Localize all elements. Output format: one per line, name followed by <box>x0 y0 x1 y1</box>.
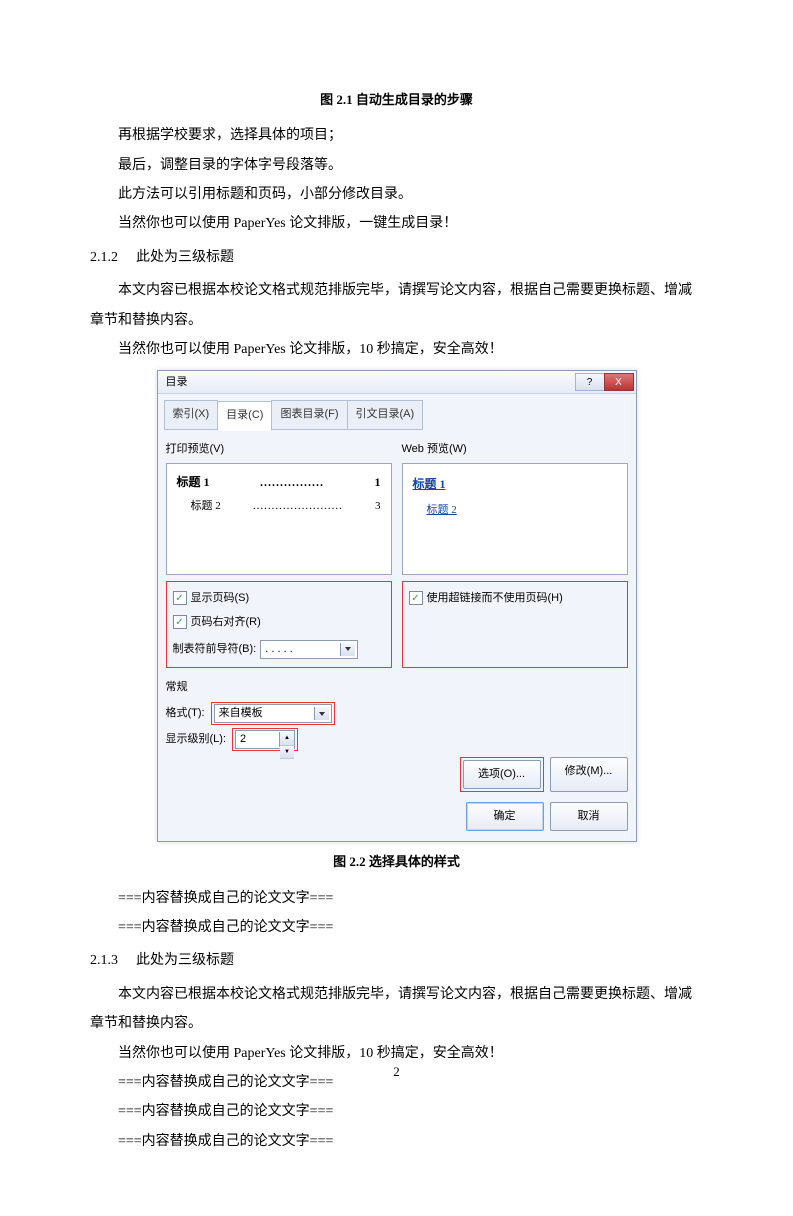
body-text: 本文内容已根据本校论文格式规范排版完毕，请撰写论文内容，根据自己需要更换标题、增… <box>90 980 703 1039</box>
checkbox-right-align[interactable]: ✓ <box>173 615 187 629</box>
checkbox-show-page[interactable]: ✓ <box>173 591 187 605</box>
print-preview-label: 打印预览(V) <box>166 438 392 461</box>
figure-caption-2-1: 图 2.1 自动生成目录的步骤 <box>90 86 703 113</box>
placeholder-text: ===内容替换成自己的论文文字=== <box>90 913 703 942</box>
body-text: 最后，调整目录的字体字号段落等。 <box>90 151 703 180</box>
close-button[interactable]: X <box>604 373 634 391</box>
cancel-button[interactable]: 取消 <box>550 802 628 831</box>
web-preview-label: Web 预览(W) <box>402 438 628 461</box>
dialog-title: 目录 <box>166 371 188 394</box>
spinner-up-icon[interactable]: ▲ <box>280 732 294 746</box>
body-text: 此方法可以引用标题和页码，小部分修改目录。 <box>90 180 703 209</box>
toc-dialog-figure: 目录 ? X 索引(X) 目录(C) 图表目录(F) 引文目录(A) 打印预览(… <box>157 370 637 842</box>
web-preview-box: 标题 1 标题 2 <box>402 463 628 575</box>
heading-2-1-3: 2.1.3此处为三级标题 <box>90 946 703 975</box>
placeholder-text: ===内容替换成自己的论文文字=== <box>90 884 703 913</box>
figure-caption-2-2: 图 2.2 选择具体的样式 <box>90 848 703 875</box>
page-number: 2 <box>0 1064 793 1080</box>
options-button[interactable]: 选项(O)... <box>463 760 541 789</box>
format-label: 格式(T): <box>166 702 205 725</box>
ok-button[interactable]: 确定 <box>466 802 544 831</box>
tab-citations[interactable]: 引文目录(A) <box>347 400 424 429</box>
chevron-down-icon <box>314 707 329 720</box>
leader-dropdown[interactable]: . . . . . <box>260 640 358 659</box>
print-preview-box: 标题 1 ................ 1 标题 2 ...........… <box>166 463 392 575</box>
general-group: 常规 格式(T): 来自模板 显示级别(L): <box>166 676 628 751</box>
leader-label: 制表符前导符(B): <box>173 638 257 661</box>
body-text: 当然你也可以使用 PaperYes 论文排版，10 秒搞定，安全高效！ <box>90 335 703 364</box>
level-label: 显示级别(L): <box>166 728 227 751</box>
help-button[interactable]: ? <box>575 373 605 391</box>
hyperlink-option-group: ✓ 使用超链接而不使用页码(H) <box>402 581 628 668</box>
body-text: 当然你也可以使用 PaperYes 论文排版，一键生成目录！ <box>90 209 703 238</box>
checkbox-use-hyperlinks[interactable]: ✓ <box>409 591 423 605</box>
dialog-titlebar: 目录 ? X <box>158 371 636 394</box>
web-preview-link[interactable]: 标题 2 <box>413 499 617 522</box>
chevron-down-icon <box>340 643 355 656</box>
body-text: 再根据学校要求，选择具体的项目； <box>90 121 703 150</box>
heading-2-1-2: 2.1.2此处为三级标题 <box>90 243 703 272</box>
tab-toc[interactable]: 目录(C) <box>217 401 272 430</box>
format-dropdown[interactable]: 来自模板 <box>214 704 332 723</box>
body-text: 本文内容已根据本校论文格式规范排版完毕，请撰写论文内容，根据自己需要更换标题、增… <box>90 276 703 335</box>
dialog-tabs: 索引(X) 目录(C) 图表目录(F) 引文目录(A) <box>158 394 636 429</box>
show-levels-spinner[interactable]: 2 ▲▼ <box>235 730 295 749</box>
spinner-down-icon[interactable]: ▼ <box>280 746 294 760</box>
tab-index[interactable]: 索引(X) <box>164 400 219 429</box>
tab-figures[interactable]: 图表目录(F) <box>271 400 347 429</box>
modify-button[interactable]: 修改(M)... <box>550 757 628 792</box>
placeholder-text: ===内容替换成自己的论文文字=== <box>90 1127 703 1156</box>
placeholder-text: ===内容替换成自己的论文文字=== <box>90 1097 703 1126</box>
page-number-options-group: ✓ 显示页码(S) ✓ 页码右对齐(R) 制表符前导符(B): . . . . … <box>166 581 392 668</box>
web-preview-link[interactable]: 标题 1 <box>413 472 617 497</box>
